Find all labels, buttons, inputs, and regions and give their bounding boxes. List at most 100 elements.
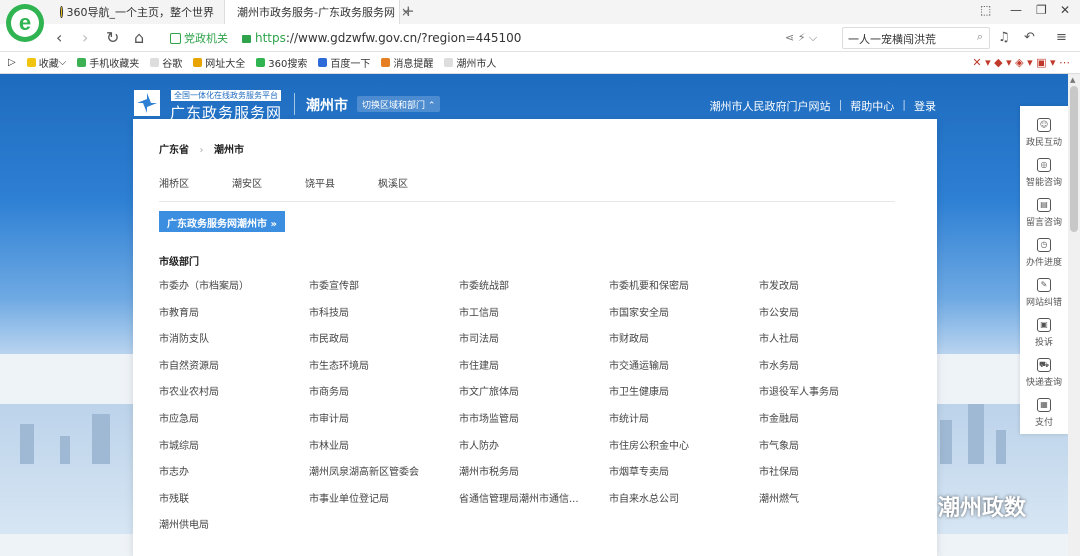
- department-link[interactable]: 市委机要和保密局: [609, 277, 759, 304]
- department-link[interactable]: 市审计局: [309, 410, 459, 437]
- department-link[interactable]: 省通信管理局潮州市通信...: [459, 490, 609, 517]
- department-link[interactable]: 市社保局: [759, 463, 909, 490]
- city-portal-button[interactable]: 广东政务服务网潮州市 »: [159, 211, 285, 232]
- bookmark-url-daquan[interactable]: 网址大全: [193, 55, 245, 70]
- home-icon[interactable]: ⌂: [134, 28, 144, 47]
- department-link[interactable]: 市自来水总公司: [609, 490, 759, 517]
- department-link[interactable]: 潮州燃气: [759, 490, 909, 517]
- bookmark-google[interactable]: 谷歌: [150, 55, 182, 70]
- menu-icon[interactable]: ≡: [1056, 30, 1067, 45]
- bookmark-360-search[interactable]: 360搜索: [256, 55, 307, 70]
- department-link[interactable]: 市金融局: [759, 410, 909, 437]
- login-link[interactable]: 登录: [914, 98, 936, 114]
- department-link[interactable]: 市工信局: [459, 304, 609, 331]
- search-icon[interactable]: ⌕: [977, 30, 983, 44]
- department-link[interactable]: 市气象局: [759, 437, 909, 464]
- department-link[interactable]: 市人社局: [759, 330, 909, 357]
- back-icon[interactable]: ‹: [56, 28, 62, 47]
- district-link[interactable]: 潮安区: [232, 175, 262, 190]
- switch-region-button[interactable]: 切换区域和部门 ⌃: [357, 96, 441, 112]
- department-link[interactable]: 市志办: [159, 463, 309, 490]
- department-link[interactable]: 市林业局: [309, 437, 459, 464]
- department-link[interactable]: 市国家安全局: [609, 304, 759, 331]
- minimize-icon[interactable]: —: [1010, 3, 1022, 17]
- department-link[interactable]: 市财政局: [609, 330, 759, 357]
- department-link[interactable]: 市委宣传部: [309, 277, 459, 304]
- department-link[interactable]: 市教育局: [159, 304, 309, 331]
- department-link[interactable]: 市烟草专卖局: [609, 463, 759, 490]
- undo-icon[interactable]: ↶: [1024, 30, 1035, 45]
- tab-chaozhou-gov[interactable]: 潮州市政务服务-广东政务服务网 ×: [224, 0, 411, 24]
- department-link[interactable]: 潮州供电局: [159, 516, 309, 543]
- breadcrumb-province[interactable]: 广东省: [159, 145, 189, 156]
- breadcrumb-city[interactable]: 潮州市: [214, 145, 244, 156]
- department-link[interactable]: 市发改局: [759, 277, 909, 304]
- gov-trust-badge[interactable]: 党政机关: [170, 30, 228, 46]
- department-link[interactable]: 市统计局: [609, 410, 759, 437]
- forward-icon[interactable]: ›: [82, 28, 88, 47]
- department-link[interactable]: 市民政局: [309, 330, 459, 357]
- department-link[interactable]: 市卫生健康局: [609, 383, 759, 410]
- headphone-icon[interactable]: ♫: [998, 30, 1010, 45]
- bookmark-messages[interactable]: 消息提醒: [381, 55, 433, 70]
- close-window-icon[interactable]: ✕: [1060, 3, 1070, 17]
- department-link[interactable]: 市自然资源局: [159, 357, 309, 384]
- department-link[interactable]: 市消防支队: [159, 330, 309, 357]
- department-link[interactable]: 市住房公积金中心: [609, 437, 759, 464]
- url-bar[interactable]: 党政机关 https ://www.gdzwfw.gov.cn/?region=…: [170, 27, 840, 49]
- department-link[interactable]: 市事业单位登记局: [309, 490, 459, 517]
- department-link[interactable]: 市委统战部: [459, 277, 609, 304]
- float-item-payment[interactable]: ▦ 支付: [1020, 394, 1068, 434]
- tab-360-nav[interactable]: 360导航_一个主页，整个世界: [52, 0, 222, 24]
- department-link[interactable]: 市农业农村局: [159, 383, 309, 410]
- extension-icons[interactable]: ✕ ▾ ◆ ▾ ◈ ▾ ▣ ▾ ⋯: [972, 56, 1070, 69]
- scroll-thumb[interactable]: [1070, 86, 1078, 232]
- department-link[interactable]: 潮州市税务局: [459, 463, 609, 490]
- float-item-express[interactable]: ⛟ 快递查询: [1020, 354, 1068, 394]
- share-icon[interactable]: ⋖ ⚡ ⌵: [785, 31, 817, 45]
- bookmark-baidu[interactable]: 百度一下: [318, 55, 370, 70]
- float-item-smart-consult[interactable]: ◎ 智能咨询: [1020, 154, 1068, 194]
- department-link[interactable]: 市退役军人事务局: [759, 383, 909, 410]
- restore-icon[interactable]: ❐: [1036, 3, 1047, 17]
- float-item-message[interactable]: ▤ 留言咨询: [1020, 194, 1068, 234]
- gov-portal-link[interactable]: 潮州市人民政府门户网站: [710, 98, 831, 114]
- search-input[interactable]: 一人一宠横闯洪荒 ⌕: [842, 27, 990, 49]
- page-scrollbar[interactable]: ▲: [1068, 74, 1080, 556]
- scroll-up-icon[interactable]: ▲: [1070, 76, 1075, 84]
- department-link[interactable]: 市水务局: [759, 357, 909, 384]
- float-item-error-report[interactable]: ✎ 网站纠错: [1020, 274, 1068, 314]
- department-link[interactable]: 潮州凤泉湖高新区管委会: [309, 463, 459, 490]
- bookmark-sidebar-toggle-icon[interactable]: ▷: [8, 57, 16, 68]
- new-tab-button[interactable]: +: [402, 2, 415, 20]
- department-link[interactable]: 市交通运输局: [609, 357, 759, 384]
- bookmark-mobile[interactable]: 手机收藏夹: [77, 55, 139, 70]
- progress-icon: ◷: [1037, 238, 1051, 252]
- department-link[interactable]: 市人防办: [459, 437, 609, 464]
- department-link[interactable]: 市市场监管局: [459, 410, 609, 437]
- browser-logo-icon[interactable]: e: [6, 4, 44, 42]
- department-link[interactable]: 市司法局: [459, 330, 609, 357]
- float-item-complaint[interactable]: ▣ 投诉: [1020, 314, 1068, 354]
- department-link[interactable]: 市应急局: [159, 410, 309, 437]
- site-logo-icon[interactable]: [133, 89, 161, 117]
- department-link[interactable]: 市委办（市档案局）: [159, 277, 309, 304]
- skin-icon[interactable]: ⬚: [980, 3, 991, 17]
- help-center-link[interactable]: 帮助中心: [850, 98, 894, 114]
- department-link[interactable]: 市城综局: [159, 437, 309, 464]
- float-item-interaction[interactable]: ☺ 政民互动: [1020, 114, 1068, 154]
- refresh-icon[interactable]: ↻: [106, 28, 119, 47]
- bookmark-favorites[interactable]: 收藏 ⌵: [26, 55, 66, 70]
- department-link[interactable]: 市住建局: [459, 357, 609, 384]
- department-link[interactable]: 市残联: [159, 490, 309, 517]
- district-link[interactable]: 湘桥区: [159, 175, 189, 190]
- department-link[interactable]: 市生态环境局: [309, 357, 459, 384]
- department-link[interactable]: 市公安局: [759, 304, 909, 331]
- district-link[interactable]: 枫溪区: [378, 175, 408, 190]
- department-link[interactable]: 市文广旅体局: [459, 383, 609, 410]
- department-link[interactable]: 市科技局: [309, 304, 459, 331]
- float-item-progress[interactable]: ◷ 办件进度: [1020, 234, 1068, 274]
- district-link[interactable]: 饶平县: [305, 175, 335, 190]
- bookmark-chaozhou[interactable]: 潮州市人: [444, 55, 496, 70]
- department-link[interactable]: 市商务局: [309, 383, 459, 410]
